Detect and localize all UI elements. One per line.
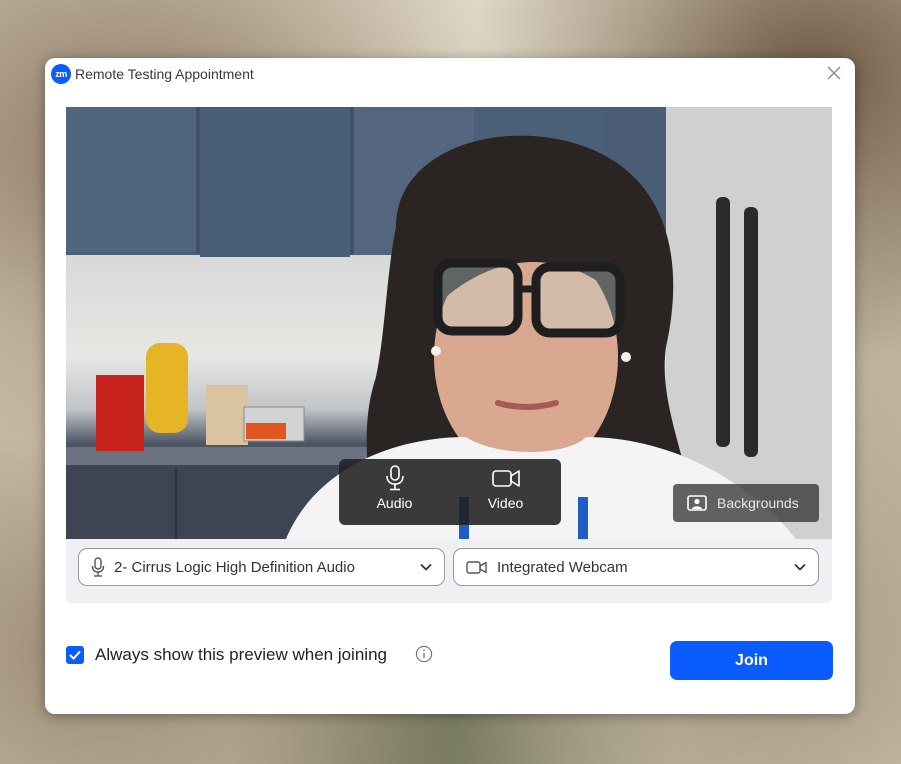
- info-icon[interactable]: [415, 645, 433, 663]
- chevron-down-icon: [420, 563, 432, 571]
- audio-label: Audio: [376, 495, 413, 511]
- device-selector-bar: 2- Cirrus Logic High Definition Audio In…: [66, 539, 832, 603]
- title-bar: zm Remote Testing Appointment: [45, 58, 855, 90]
- camera-select[interactable]: Integrated Webcam: [453, 548, 819, 586]
- video-camera-icon: [466, 559, 488, 575]
- audio-button[interactable]: Audio: [339, 459, 450, 525]
- join-button[interactable]: Join: [670, 641, 833, 680]
- microphone-icon: [91, 557, 105, 577]
- person-portrait-icon: [687, 495, 707, 511]
- backgrounds-label: Backgrounds: [717, 495, 799, 511]
- dialog-footer: Always show this preview when joining Jo…: [45, 628, 855, 698]
- video-preview: Audio Video Backgrounds: [66, 107, 832, 539]
- microphone-select[interactable]: 2- Cirrus Logic High Definition Audio: [78, 548, 445, 586]
- video-camera-icon: [491, 470, 520, 487]
- chevron-down-icon: [794, 563, 806, 571]
- checkmark-icon: [69, 650, 81, 660]
- camera-selected-value: Integrated Webcam: [497, 558, 628, 576]
- backgrounds-button[interactable]: Backgrounds: [673, 484, 819, 522]
- video-label: Video: [487, 495, 524, 511]
- microphone-selected-value: 2- Cirrus Logic High Definition Audio: [114, 558, 355, 576]
- microphone-icon: [385, 465, 404, 491]
- zoom-logo-icon: zm: [51, 64, 71, 84]
- always-show-preview-checkbox[interactable]: [66, 646, 84, 664]
- video-button[interactable]: Video: [450, 459, 561, 525]
- close-icon[interactable]: [823, 62, 845, 84]
- preview-dialog: zm Remote Testing Appointment Audio Vide…: [45, 58, 855, 714]
- window-title: Remote Testing Appointment: [75, 66, 254, 82]
- always-show-preview-label[interactable]: Always show this preview when joining: [95, 645, 387, 665]
- preview-controls: Audio Video: [339, 459, 561, 525]
